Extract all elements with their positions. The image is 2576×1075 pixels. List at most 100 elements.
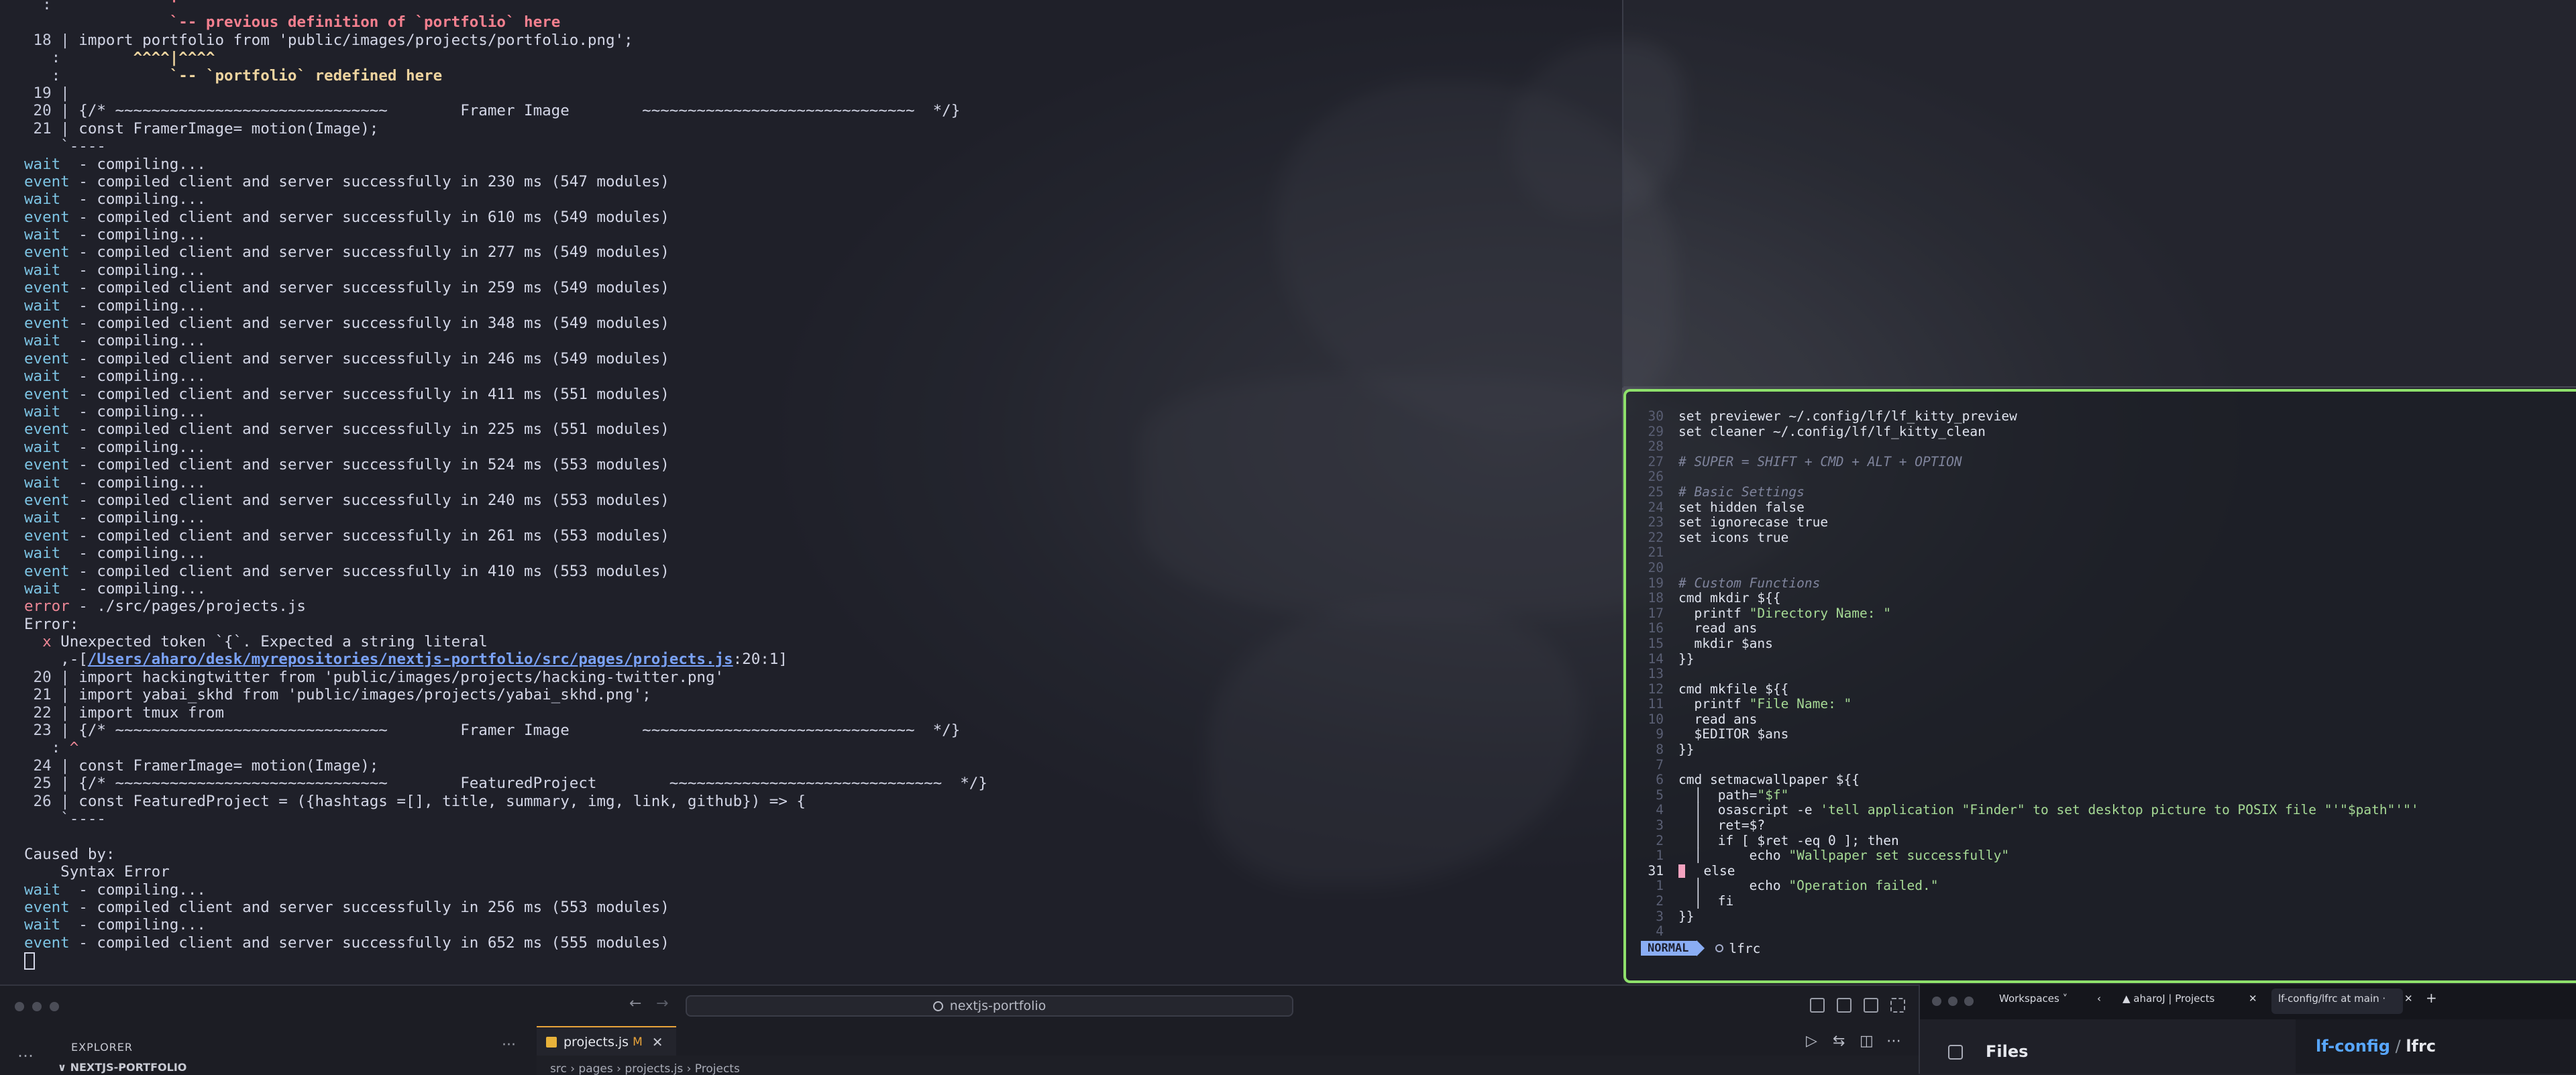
more-views-icon[interactable]: …	[17, 1042, 35, 1061]
text-span: wait	[24, 509, 61, 527]
terminal-line: event - compiled client and server succe…	[24, 315, 987, 332]
command-center-search[interactable]: nextjs-portfolio	[686, 995, 1293, 1017]
terminal-line: Error:	[24, 616, 987, 633]
empty-terminal-pane[interactable]	[1622, 0, 2576, 388]
text-span: - ./src/pages/projects.js	[69, 598, 306, 616]
customize-layout-icon[interactable]	[1890, 998, 1905, 1013]
text-span: wait	[24, 367, 61, 386]
terminal-line: 26 | const FeaturedProject = ({hashtags …	[24, 793, 987, 810]
text-span: - compiled client and server successfull…	[69, 562, 669, 580]
editor-tab-projects[interactable]: projects.js M ✕	[537, 1026, 676, 1057]
text-span: printf	[1678, 696, 1750, 712]
relative-line-number: 17	[1648, 605, 1664, 621]
split-editor-icon[interactable]: ◫	[1860, 1033, 1874, 1050]
browser-close-button[interactable]	[1932, 997, 1941, 1006]
text-span	[24, 633, 42, 650]
terminal-line: `----	[24, 137, 987, 155]
editor-line: 11 printf "File Name: "	[1641, 696, 2419, 712]
text-span: - compiling...	[60, 367, 206, 386]
workspaces-button[interactable]: Workspaces ˅	[1999, 993, 2068, 1005]
repo-file-path: lf-config / lfrc	[2316, 1037, 2436, 1056]
tab-back-icon[interactable]: ‹	[2097, 993, 2101, 1005]
editor-line: 4 │ osascript -e 'tell application "Find…	[1641, 802, 2418, 818]
terminal-line: wait - compiling...	[24, 367, 987, 385]
vscode-window[interactable]: ← → nextjs-portfolio … EXPLORER ··· ∨ NE…	[0, 984, 1919, 1075]
terminal-line: 19 |	[24, 84, 987, 102]
close-tab-icon[interactable]: ✕	[652, 1034, 663, 1050]
line-gutter: :	[24, 66, 61, 84]
text-span: - compiling...	[60, 579, 206, 598]
text-span: :20:1]	[733, 650, 788, 669]
text-span: else	[1688, 862, 1735, 879]
repo-link[interactable]: lf-config	[2316, 1037, 2390, 1056]
minimize-window-button[interactable]	[32, 1002, 42, 1011]
browser-maximize-button[interactable]	[1964, 997, 1974, 1006]
forward-arrow-icon[interactable]: →	[656, 995, 668, 1012]
toggle-panel-icon[interactable]	[1837, 998, 1851, 1013]
maximize-window-button[interactable]	[50, 1002, 59, 1011]
relative-line-number: 16	[1648, 620, 1664, 636]
back-arrow-icon[interactable]: ←	[629, 995, 641, 1012]
text-span: set cleaner ~/.config/lf/lf_kitty_clean	[1678, 423, 1986, 439]
text-span: - compiling...	[60, 402, 206, 420]
explorer-more-button[interactable]: ···	[502, 1037, 516, 1054]
text-span: event	[24, 349, 70, 367]
terminal-line: 20 | import hackingtwitter from 'public/…	[24, 669, 987, 686]
relative-line-number: 20	[1648, 559, 1664, 575]
toggle-sidebar-icon[interactable]	[1810, 998, 1825, 1013]
sidebar-toggle-icon[interactable]	[1948, 1045, 1963, 1060]
terminal-line: event - compiled client and server succe…	[24, 420, 987, 438]
text-span: import yabai_skhd from 'public/images/pr…	[69, 686, 651, 704]
text-span: "Directory Name: "	[1749, 605, 1891, 621]
line-gutter: 26 |	[24, 792, 70, 810]
terminal-line: : '	[24, 0, 987, 13]
relative-line-number: 15	[1648, 635, 1664, 651]
text-span: cmd mkdir ${{	[1678, 590, 1781, 606]
close-tab-icon[interactable]: ✕	[2404, 993, 2413, 1005]
run-icon[interactable]: ▷	[1806, 1033, 1817, 1050]
terminal-line: wait - compiling...	[24, 190, 987, 208]
text-span	[52, 13, 170, 31]
close-window-button[interactable]	[15, 1002, 24, 1011]
workspace-folder-header[interactable]: ∨ NEXTJS-PORTFOLIO	[58, 1061, 186, 1074]
text-span	[60, 67, 170, 84]
lfrc-editor-pane[interactable]: 30 set previewer ~/.config/lf/lf_kitty_pr…	[1623, 389, 2576, 983]
text-span: wait	[24, 332, 61, 350]
tab-aharoj-projects[interactable]: ▲ aharoJ | Projects	[2123, 993, 2214, 1005]
text-span: - compiled client and server successfull…	[69, 385, 669, 403]
text-span: read ans	[1678, 711, 1758, 727]
editor-more-icon[interactable]: ⋯	[1886, 1033, 1901, 1050]
terminal-line: error - ./src/pages/projects.js	[24, 598, 987, 615]
relative-line-number: 4	[1656, 802, 1664, 818]
toggle-secondary-sidebar-icon[interactable]	[1864, 998, 1878, 1013]
relative-line-number: 19	[1648, 575, 1664, 591]
text-span: event	[24, 562, 70, 580]
relative-line-number: 3	[1656, 817, 1664, 834]
text-span: - compiling...	[60, 916, 206, 934]
compare-changes-icon[interactable]: ⇆	[1833, 1033, 1845, 1050]
line-gutter: 24 |	[24, 756, 70, 775]
tab-label: projects.js	[564, 1035, 629, 1050]
close-tab-icon[interactable]: ✕	[2249, 993, 2257, 1005]
terminal-line: event - compiled client and server succe…	[24, 173, 987, 190]
editor-line: 17 printf "Directory Name: "	[1641, 606, 2419, 622]
browser-minimize-button[interactable]	[1948, 997, 1957, 1006]
text-span: - compiled client and server successfull…	[69, 456, 669, 474]
terminal-line: event - compiled client and server succe…	[24, 456, 987, 473]
text-span: - compiling...	[60, 155, 206, 173]
text-span: event	[24, 315, 70, 333]
command-center-label: nextjs-portfolio	[949, 999, 1046, 1013]
browser-window[interactable]: Workspaces ˅ ‹ ▲ aharoJ | Projects ✕ lf-…	[1919, 984, 2576, 1074]
text-span: - compiled client and server successfull…	[69, 491, 669, 509]
text-span: {/* ~~~~~~~~~~~~~~~~~~~~~~~~~~~~~~ Frame…	[69, 722, 961, 740]
file-name: lfrc	[2406, 1037, 2436, 1056]
tab-lf-config-lfrc[interactable]: lf-config/lfrc at main ·	[2271, 988, 2403, 1014]
javascript-file-icon	[546, 1037, 557, 1048]
relative-line-number: 11	[1648, 696, 1664, 712]
terminal-pane[interactable]: : ' `-- previous definition of `portfoli…	[0, 0, 1622, 984]
line-gutter: `----	[24, 809, 106, 828]
text-span: wait	[24, 545, 61, 563]
breadcrumb[interactable]: src › pages › projects.js › Projects	[550, 1062, 740, 1075]
new-tab-button[interactable]: +	[2426, 990, 2437, 1006]
text-span	[60, 49, 133, 66]
